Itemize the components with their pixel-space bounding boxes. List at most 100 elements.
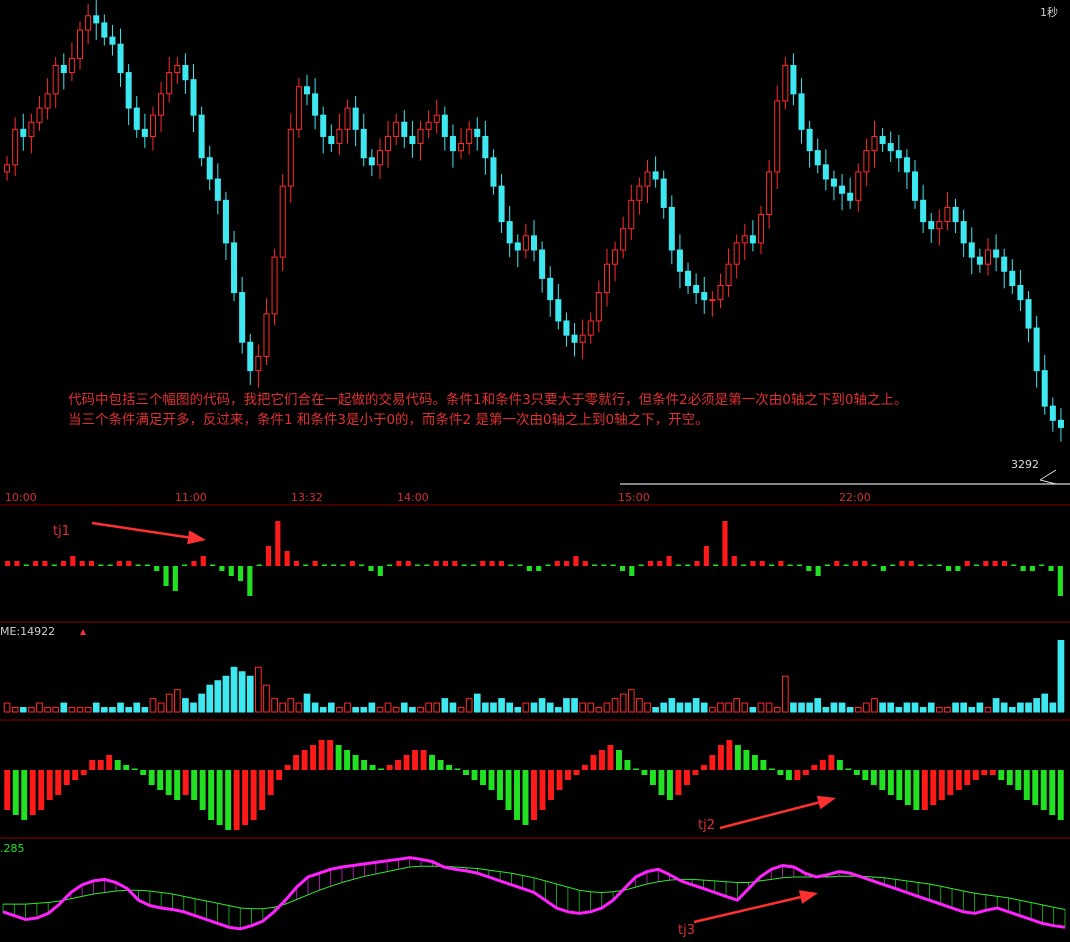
tj2-bar <box>913 770 920 810</box>
volume-bar <box>392 707 400 713</box>
tj2-bar <box>480 770 486 785</box>
candle-body <box>863 150 870 173</box>
volume-bar <box>652 707 659 713</box>
volume-bar <box>595 707 603 713</box>
candle-body <box>263 313 270 357</box>
tj1-bar <box>5 561 11 566</box>
tj1-bar <box>154 566 160 571</box>
tj2-bar <box>267 770 274 795</box>
tj1-bar <box>247 566 253 596</box>
tj2-bar <box>344 750 351 770</box>
tj1-bar <box>60 561 67 566</box>
candle-body <box>336 128 343 145</box>
candle-body <box>774 100 781 173</box>
tj1-bar <box>824 564 831 566</box>
tj1-bar <box>787 564 793 566</box>
tj2-bar <box>352 755 359 770</box>
tj1-bar <box>871 564 877 566</box>
candle-body <box>385 135 392 152</box>
candle-body <box>709 299 716 302</box>
volume-bar <box>538 698 546 713</box>
tj1-bar <box>265 546 272 566</box>
volume-bar <box>190 702 197 713</box>
tj1-bar <box>135 564 141 566</box>
candle-body <box>733 242 740 265</box>
tj2-bar <box>420 750 427 770</box>
volume-bar <box>36 702 43 713</box>
candle-body <box>741 235 748 244</box>
candle-body <box>514 242 521 251</box>
volume-bar <box>554 707 562 713</box>
tj1-bar <box>629 566 635 576</box>
candle-body <box>20 128 27 137</box>
volume-bar <box>846 707 854 713</box>
tj2-bar <box>1032 770 1039 805</box>
candle-body <box>482 135 489 159</box>
annotation-line-2: 当三个条件满足开多，反过来，条件1 和条件3是小于0的，而条件2 是第一次由0轴… <box>68 412 709 428</box>
tj2-bar <box>751 755 758 770</box>
candle-body <box>1017 284 1024 301</box>
candle-body <box>968 242 975 258</box>
tj2-bar <box>1015 770 1022 790</box>
tj2-bar <box>123 765 130 770</box>
candle-body <box>920 199 927 223</box>
volume-bar <box>303 693 311 713</box>
tj2-bar <box>463 770 470 775</box>
tj1-bar <box>321 564 327 566</box>
candle-body <box>830 178 837 187</box>
tj1-bar <box>591 564 598 566</box>
tj2-bar <box>556 770 563 790</box>
tj2-bar <box>624 760 631 770</box>
volume-bar <box>255 666 262 713</box>
volume-bar <box>611 698 619 713</box>
volume-bar <box>198 693 205 713</box>
candle-body <box>636 185 643 201</box>
candle-body <box>117 43 124 74</box>
volume-bar <box>76 707 84 713</box>
tj2-bar <box>582 765 588 770</box>
tj2-bar <box>38 770 45 810</box>
tj1-bar <box>815 566 821 576</box>
tj1-bar <box>293 561 300 566</box>
candle-body <box>1001 256 1008 272</box>
volume-bar <box>822 707 830 713</box>
volume-bar <box>968 707 976 713</box>
volume-bar <box>668 698 676 713</box>
volume-bar <box>692 698 700 713</box>
tj2-bar <box>378 768 385 770</box>
tj2-bar <box>709 755 716 770</box>
tj1-bar <box>433 561 439 566</box>
tj1-bar <box>945 566 952 571</box>
tj2-bar <box>505 770 512 810</box>
tj1-bar <box>1048 566 1054 571</box>
tj2-bar <box>539 770 546 810</box>
chart-canvas <box>0 0 1070 931</box>
volume-bar <box>927 702 935 713</box>
candle-body <box>612 249 619 265</box>
period-label: 1秒 <box>1040 6 1058 19</box>
tj2-bar <box>446 765 453 770</box>
tj1-bar <box>983 561 989 566</box>
volume-bar <box>109 707 116 713</box>
tj2-bar <box>1023 770 1030 800</box>
candle-body <box>814 150 821 166</box>
candle-body <box>312 93 319 116</box>
candle-body <box>887 143 894 152</box>
tj2-bar <box>12 770 19 815</box>
volume-bar <box>903 702 911 713</box>
volume-bar <box>433 702 441 713</box>
candle-body <box>133 107 140 130</box>
candle-body <box>912 171 919 201</box>
candle-body <box>4 164 11 173</box>
tj2-bar <box>148 770 155 785</box>
tj1-bar <box>936 564 942 566</box>
tj1-bar <box>890 564 896 566</box>
candle-body <box>368 157 375 166</box>
volume-bar <box>141 707 149 713</box>
tj1-bar <box>992 561 998 566</box>
tj2-bar <box>666 770 673 800</box>
tj1-bar <box>610 564 616 566</box>
candle-body <box>757 214 765 244</box>
candle-body <box>993 249 1000 258</box>
tj2-bar <box>46 770 53 800</box>
